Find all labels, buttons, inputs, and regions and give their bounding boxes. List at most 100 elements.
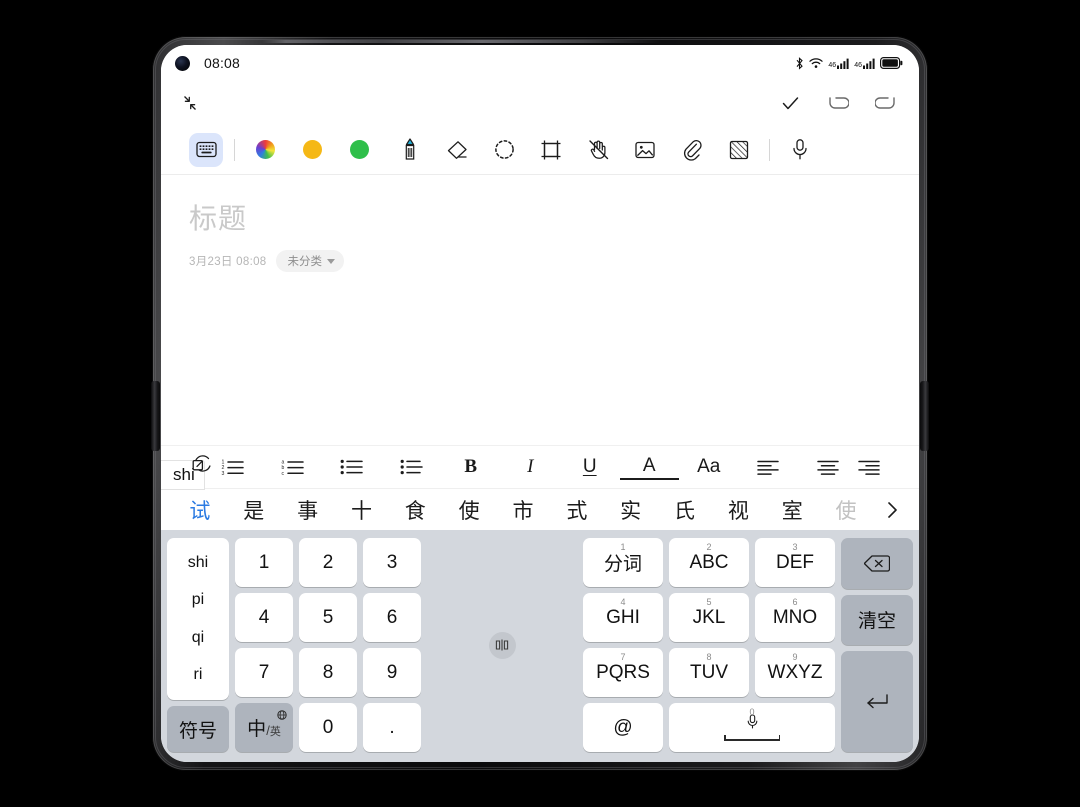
speaker-grille xyxy=(262,40,662,43)
period-key[interactable]: . xyxy=(363,703,421,752)
paperclip-icon[interactable] xyxy=(673,133,711,167)
key-label: JKL xyxy=(692,606,726,628)
candidate-item[interactable]: 室 xyxy=(765,495,819,525)
align-right-button[interactable] xyxy=(857,446,918,489)
numeric-key-1[interactable]: 1 xyxy=(235,538,293,587)
t9-key-8[interactable]: 8 TUV xyxy=(669,648,749,697)
front-camera-punch-hole xyxy=(175,55,190,71)
key-superscript: 4 xyxy=(620,597,626,607)
align-center-button[interactable] xyxy=(798,446,858,489)
underline-button[interactable]: U xyxy=(560,446,620,489)
pinyin-option[interactable]: shi xyxy=(188,554,208,572)
candidate-item[interactable]: 实 xyxy=(604,495,658,525)
numeric-key-8[interactable]: 8 xyxy=(299,648,357,697)
edit-expand-icon[interactable] xyxy=(188,452,214,478)
color-swatch-yellow[interactable] xyxy=(293,133,331,167)
language-toggle-key[interactable]: 中 / 英 xyxy=(235,703,293,752)
numeric-key-2[interactable]: 2 xyxy=(299,538,357,587)
composing-popup: shi xyxy=(161,455,211,490)
t9-key-7[interactable]: 7 PQRS xyxy=(583,648,663,697)
category-chip[interactable]: 未分类 xyxy=(276,250,344,272)
t9-key-5[interactable]: 5 JKL xyxy=(669,593,749,642)
numeric-key-0[interactable]: 0 xyxy=(299,703,357,752)
note-date: 3月23日 08:08 xyxy=(189,256,267,268)
crop-frame-icon[interactable] xyxy=(532,133,570,167)
hand-slash-icon[interactable] xyxy=(579,133,617,167)
t9-key-1[interactable]: 1 分词 xyxy=(583,538,663,587)
pen-icon[interactable] xyxy=(391,133,429,167)
collapse-arrows-icon[interactable] xyxy=(179,92,201,114)
candidate-item[interactable]: 食 xyxy=(388,495,442,525)
checklist-button[interactable] xyxy=(382,446,442,489)
candidate-item[interactable]: 使 xyxy=(819,495,873,525)
clear-key[interactable]: 清空 xyxy=(841,594,913,645)
symbol-key[interactable]: 符号 xyxy=(167,706,229,752)
t9-key-4[interactable]: 4 GHI xyxy=(583,593,663,642)
pinyin-suggestion-list: shi pi qi ri xyxy=(167,538,229,700)
note-title[interactable]: 标题 xyxy=(189,197,891,237)
pinyin-option[interactable]: qi xyxy=(192,629,204,647)
redo-button[interactable] xyxy=(875,94,897,112)
app-header xyxy=(161,81,919,125)
candidate-item[interactable]: 试 xyxy=(173,495,227,525)
function-key-column: 清空 xyxy=(841,538,913,752)
bulleted-list-button[interactable] xyxy=(322,446,382,489)
key-label: @ xyxy=(613,716,633,738)
key-superscript: 8 xyxy=(706,652,712,662)
symbol-key-label: 符号 xyxy=(178,719,217,742)
eraser-icon[interactable] xyxy=(438,133,476,167)
pinyin-option[interactable]: pi xyxy=(192,591,204,609)
image-icon[interactable] xyxy=(626,133,664,167)
hatched-square-icon[interactable] xyxy=(720,133,758,167)
enter-key[interactable] xyxy=(841,651,913,752)
t9-key-9[interactable]: 9 WXYZ xyxy=(755,648,835,697)
numeric-key-9[interactable]: 9 xyxy=(363,648,421,697)
t9-key-6[interactable]: 6 MNO xyxy=(755,593,835,642)
numeric-key-6[interactable]: 6 xyxy=(363,593,421,642)
color-swatch-green[interactable] xyxy=(340,133,378,167)
numeric-keypad: 1 2 3 4 5 6 7 8 9 中 / 英 0 . xyxy=(235,538,421,752)
bold-button[interactable]: B xyxy=(441,446,501,489)
candidate-item[interactable]: 氏 xyxy=(658,495,712,525)
format-toolbar: shi 1 2 3 a b c B I U A Aa xyxy=(161,445,919,490)
backspace-key[interactable] xyxy=(841,538,913,589)
candidate-item[interactable]: 事 xyxy=(281,495,335,525)
keyboard-icon[interactable] xyxy=(189,132,223,167)
align-left-button[interactable] xyxy=(739,446,799,489)
candidate-item[interactable]: 十 xyxy=(335,495,389,525)
at-sign-key[interactable]: @ xyxy=(583,703,663,752)
key-label: WXYZ xyxy=(767,661,823,683)
candidate-item[interactable]: 式 xyxy=(550,495,604,525)
numeric-key-3[interactable]: 3 xyxy=(363,538,421,587)
font-size-button[interactable]: Aa xyxy=(679,446,739,489)
candidate-item[interactable]: 市 xyxy=(496,495,550,525)
note-body[interactable]: 标题 3月23日 08:08 未分类 xyxy=(161,175,919,387)
pinyin-option[interactable]: ri xyxy=(194,666,203,684)
undo-button[interactable] xyxy=(827,94,849,112)
chevron-right-icon[interactable] xyxy=(873,500,911,520)
microphone-icon[interactable] xyxy=(781,133,819,167)
italic-button[interactable]: I xyxy=(501,446,561,489)
key-superscript: 2 xyxy=(706,542,712,552)
key-area: shi pi qi ri 符号 1 2 3 4 5 6 7 8 9 中 / 英 … xyxy=(161,530,919,762)
space-key[interactable]: 0 xyxy=(669,703,835,752)
candidate-item[interactable]: 视 xyxy=(711,495,765,525)
text-color-button[interactable]: A xyxy=(619,454,679,480)
key-label: ABC xyxy=(689,551,729,573)
pinyin-column: shi pi qi ri 符号 xyxy=(167,538,229,752)
candidate-item[interactable]: 是 xyxy=(227,495,281,525)
t9-key-2[interactable]: 2 ABC xyxy=(669,538,749,587)
t9-key-3[interactable]: 3 DEF xyxy=(755,538,835,587)
key-label: 5 xyxy=(322,606,334,628)
numeric-key-5[interactable]: 5 xyxy=(299,593,357,642)
numeric-key-7[interactable]: 7 xyxy=(235,648,293,697)
key-label: 6 xyxy=(386,606,398,628)
dashed-circle-icon[interactable] xyxy=(485,133,523,167)
language-toggle-label: 中 / 英 xyxy=(247,714,281,741)
color-picker-rainbow[interactable] xyxy=(246,133,284,167)
split-resize-icon[interactable] xyxy=(488,631,516,659)
numeric-key-4[interactable]: 4 xyxy=(235,593,293,642)
confirm-button[interactable] xyxy=(780,93,801,114)
candidate-item[interactable]: 使 xyxy=(442,495,496,525)
lettered-list-button[interactable]: a b c xyxy=(263,446,323,489)
